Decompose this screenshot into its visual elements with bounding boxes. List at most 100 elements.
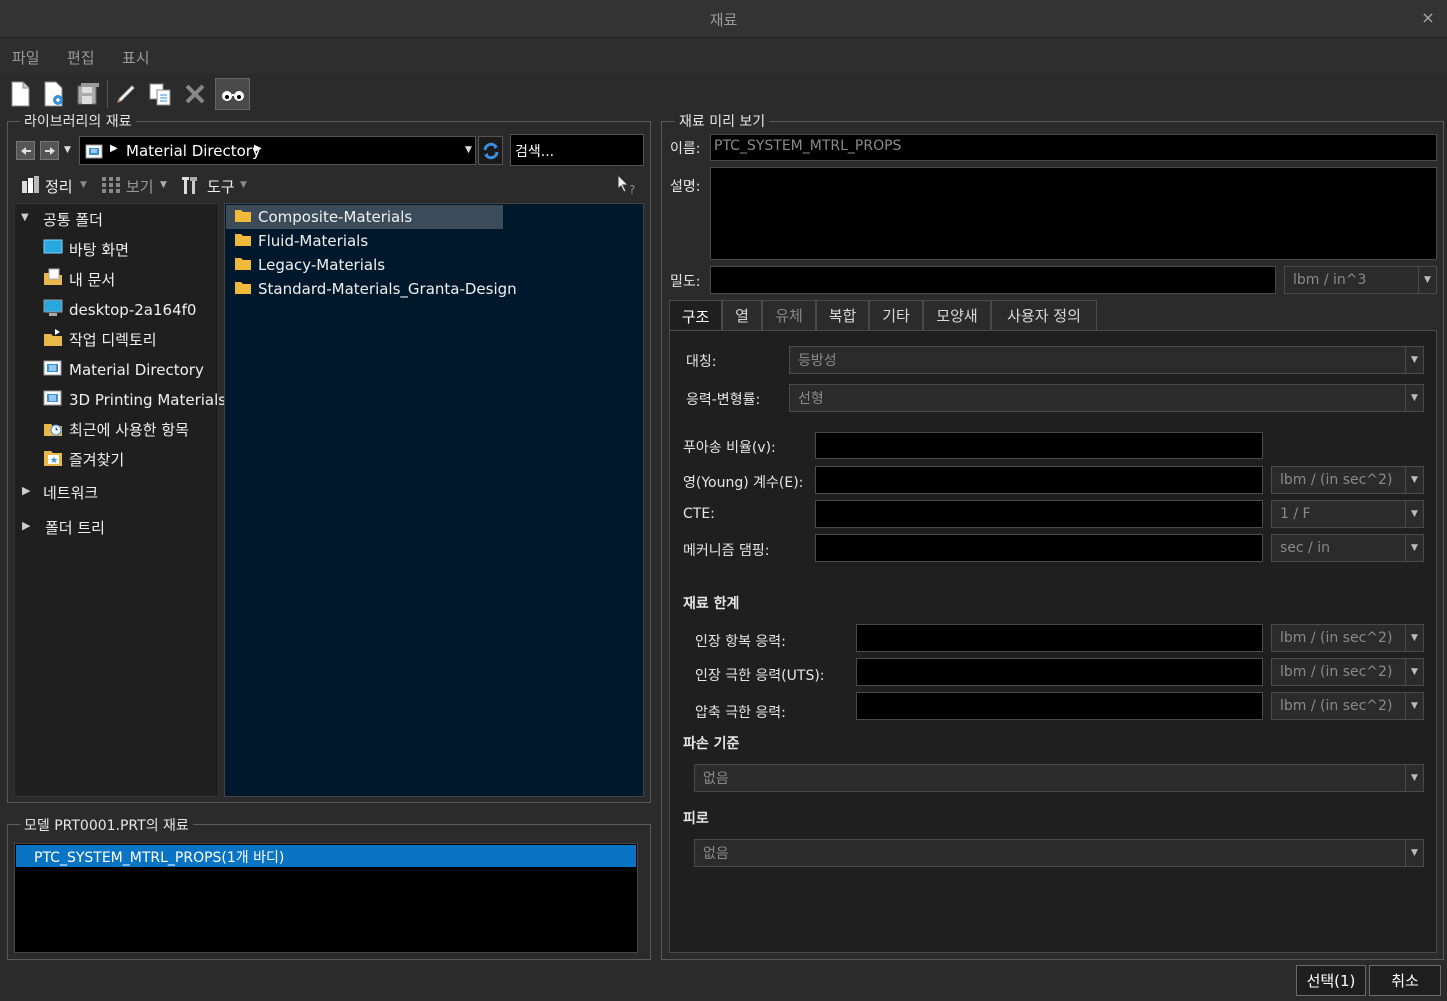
- tree-item-my-documents[interactable]: 내 문서: [43, 265, 115, 293]
- expand-icon[interactable]: ▶: [22, 519, 30, 532]
- chevron-down-icon: ▼: [240, 180, 247, 190]
- preview-group-title: 재료 미리 보기: [675, 111, 770, 131]
- close-icon[interactable]: ×: [1418, 8, 1438, 28]
- tensile-ultimate-field[interactable]: [856, 658, 1263, 686]
- path-combobox[interactable]: ▶ Material Directory ▶ ▼: [79, 136, 476, 165]
- expand-icon[interactable]: ▼: [21, 212, 29, 223]
- folder-icon: [234, 208, 252, 227]
- tree-folder-tree[interactable]: 폴더 트리: [45, 513, 105, 541]
- view-menu[interactable]: 보기: [126, 176, 154, 197]
- folder-item[interactable]: Standard-Materials_Granta-Design: [226, 277, 517, 301]
- folder-icon: [234, 280, 252, 299]
- damping-unit-select[interactable]: sec / in ▼: [1271, 534, 1424, 562]
- unit-label: lbm / (in sec^2): [1280, 472, 1393, 488]
- tree-common-folders[interactable]: 공통 폴더: [43, 205, 103, 233]
- chevron-down-icon: ▼: [1405, 347, 1423, 373]
- young-field[interactable]: [815, 466, 1263, 494]
- chevron-down-icon: ▼: [1405, 385, 1423, 411]
- preview-glasses-icon[interactable]: [215, 78, 250, 110]
- tree-item-favorites[interactable]: ★ 즐겨찾기: [43, 445, 124, 473]
- unit-label: 1 / F: [1280, 506, 1311, 522]
- tab-fluid[interactable]: 유체: [762, 300, 816, 330]
- tensile-yield-unit-select[interactable]: lbm / (in sec^2) ▼: [1271, 624, 1424, 652]
- compressive-ultimate-label: 압축 극한 응력:: [695, 705, 786, 721]
- menu-file[interactable]: 파일: [12, 47, 40, 68]
- cte-field[interactable]: [815, 500, 1263, 528]
- back-icon[interactable]: [16, 141, 35, 160]
- tab-other[interactable]: 기타: [869, 300, 923, 330]
- symmetry-select[interactable]: 등방성 ▼: [789, 346, 1424, 374]
- name-field[interactable]: PTC_SYSTEM_MTRL_PROPS: [710, 134, 1437, 161]
- fatigue-select[interactable]: 없음 ▼: [694, 839, 1424, 867]
- chevron-down-icon: ▼: [1405, 693, 1423, 719]
- toolbar-divider: [107, 80, 108, 108]
- tree-item-material-directory[interactable]: Material Directory: [43, 356, 204, 384]
- path-label: Material Directory: [126, 142, 261, 160]
- failure-criterion-select[interactable]: 없음 ▼: [694, 764, 1424, 792]
- tree-label: 최근에 사용한 항목: [69, 420, 189, 439]
- tree-item-recent[interactable]: 최근에 사용한 항목: [43, 415, 189, 443]
- edit-icon[interactable]: [111, 78, 141, 110]
- folder-item[interactable]: Legacy-Materials: [226, 253, 385, 277]
- tree-item-3d-printing[interactable]: 3D Printing Materials: [43, 386, 226, 414]
- select-button[interactable]: 선택(1): [1296, 965, 1366, 996]
- chevron-down-icon[interactable]: ▼: [465, 145, 472, 155]
- tab-thermal[interactable]: 열: [722, 300, 762, 330]
- symmetry-label: 대칭:: [686, 354, 717, 370]
- save-icon[interactable]: [73, 78, 103, 110]
- new-file-icon[interactable]: [5, 78, 35, 110]
- failure-criterion-heading: 파손 기준: [683, 736, 740, 752]
- folder-item[interactable]: Fluid-Materials: [226, 229, 368, 253]
- favorites-icon: ★: [43, 447, 63, 471]
- tree-label: 바탕 화면: [69, 240, 129, 259]
- working-directory-icon: [43, 327, 63, 351]
- expand-icon[interactable]: ▶: [22, 484, 30, 497]
- tab-composite[interactable]: 복합: [816, 300, 869, 330]
- menu-edit[interactable]: 편집: [67, 47, 95, 68]
- forward-icon[interactable]: [40, 141, 59, 160]
- description-field[interactable]: [710, 167, 1437, 260]
- tab-user-defined[interactable]: 사용자 정의: [991, 300, 1097, 330]
- compressive-ultimate-field[interactable]: [856, 692, 1263, 720]
- list-item[interactable]: PTC_SYSTEM_MTRL_PROPS(1개 바디): [16, 845, 636, 867]
- organize-menu[interactable]: 정리: [45, 176, 73, 197]
- tensile-ultimate-unit-select[interactable]: lbm / (in sec^2) ▼: [1271, 658, 1424, 686]
- folder-label: Fluid-Materials: [258, 232, 369, 250]
- refresh-icon[interactable]: [478, 136, 503, 165]
- density-unit-select[interactable]: lbm / in^3 ▼: [1284, 266, 1437, 294]
- tree-item-desktop[interactable]: 바탕 화면: [43, 235, 129, 263]
- tree-network[interactable]: 네트워크: [43, 478, 98, 506]
- documents-icon: [43, 267, 63, 291]
- chevron-down-icon: ▼: [80, 180, 87, 190]
- folder-item[interactable]: Composite-Materials: [226, 205, 503, 229]
- tree-item-working-directory[interactable]: 작업 디렉토리: [43, 325, 157, 353]
- chevron-down-icon: ▼: [1405, 501, 1423, 527]
- cte-unit-select[interactable]: 1 / F ▼: [1271, 500, 1424, 528]
- menu-view[interactable]: 표시: [122, 47, 150, 68]
- density-field[interactable]: [710, 266, 1276, 294]
- young-unit-select[interactable]: lbm / (in sec^2) ▼: [1271, 466, 1424, 494]
- poisson-field[interactable]: [815, 432, 1263, 459]
- tab-appearance[interactable]: 모양새: [923, 300, 991, 330]
- tree-label: 폴더 트리: [45, 518, 105, 537]
- stress-strain-select[interactable]: 선형 ▼: [789, 384, 1424, 412]
- delete-icon[interactable]: [180, 78, 210, 110]
- tree-item-computer[interactable]: desktop-2a164f0: [43, 296, 196, 324]
- tab-structural[interactable]: 구조: [669, 300, 722, 331]
- tools-menu[interactable]: 도구: [207, 176, 235, 197]
- help-cursor-icon[interactable]: ?: [615, 173, 639, 200]
- open-file-icon[interactable]: [39, 78, 69, 110]
- damping-field[interactable]: [815, 534, 1263, 562]
- view-grid-icon: [101, 176, 121, 198]
- tensile-yield-field[interactable]: [856, 624, 1263, 652]
- select-value: 등방성: [798, 353, 837, 369]
- tensile-ultimate-label: 인장 극한 응력(UTS):: [695, 668, 825, 684]
- search-input[interactable]: 검색...: [510, 134, 644, 166]
- tools-icon: [181, 175, 203, 199]
- window-title: 재료: [709, 11, 738, 29]
- history-dropdown-icon[interactable]: ▼: [64, 145, 71, 155]
- chevron-down-icon: ▼: [1405, 625, 1423, 651]
- cancel-button[interactable]: 취소: [1369, 965, 1441, 996]
- copy-icon[interactable]: [145, 78, 175, 110]
- compressive-ultimate-unit-select[interactable]: lbm / (in sec^2) ▼: [1271, 692, 1424, 720]
